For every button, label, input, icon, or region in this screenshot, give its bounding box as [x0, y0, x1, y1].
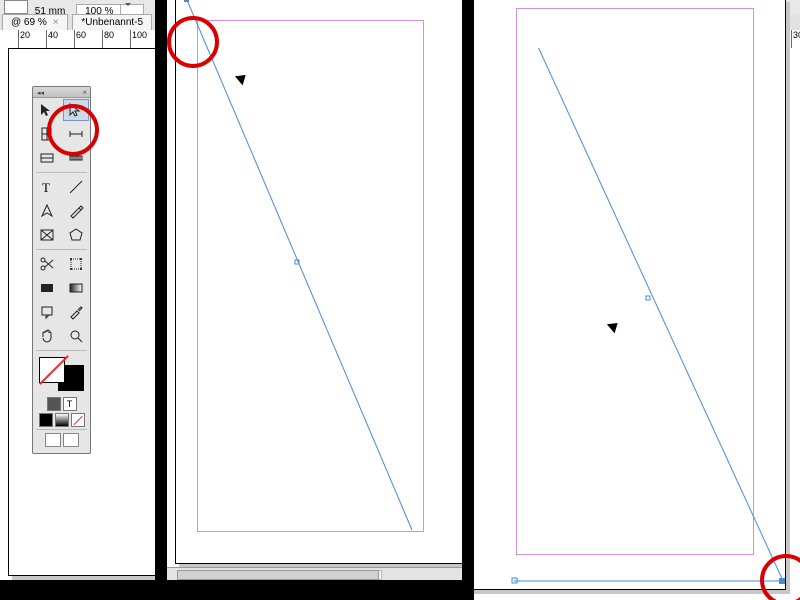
top-bar-left: 51 mm 100 % — [0, 0, 155, 15]
panel-divider — [155, 0, 167, 600]
view-mode-normal[interactable] — [45, 433, 61, 447]
svg-text:T: T — [42, 180, 50, 195]
apply-color[interactable] — [39, 413, 53, 427]
document-tabs: @ 69 %× *Unbenannt-5 — [0, 14, 155, 31]
pencil-tool[interactable] — [63, 200, 90, 222]
none-indicator-icon — [37, 355, 73, 391]
eyedropper-tool[interactable] — [63, 301, 90, 323]
selected-line[interactable] — [167, 0, 462, 600]
bottom-divider — [0, 580, 155, 600]
lock-icon — [4, 0, 28, 14]
zoom-tool[interactable] — [63, 325, 90, 347]
polygon-tool[interactable] — [63, 224, 90, 246]
apply-none[interactable] — [71, 413, 85, 427]
canvas-right[interactable] — [474, 48, 800, 600]
ruler-tick: 100 — [130, 30, 147, 48]
h-ruler[interactable]: 20 40 60 80 100 — [0, 30, 155, 49]
content-tool[interactable] — [34, 147, 61, 169]
close-icon[interactable]: × — [53, 17, 59, 28]
scissors-tool[interactable] — [34, 253, 61, 275]
measure-tool[interactable] — [63, 147, 90, 169]
ruler-tick: 40 — [46, 30, 58, 48]
collapse-icon[interactable]: ◂◂ — [37, 89, 44, 97]
type-tool[interactable]: T — [34, 176, 61, 198]
direct-selection-tool[interactable] — [63, 99, 90, 121]
selected-line[interactable] — [474, 48, 800, 600]
fill-stroke-swatch[interactable] — [37, 355, 86, 393]
gradient-tool[interactable] — [63, 277, 90, 299]
bottom-divider — [167, 580, 462, 600]
free-transform-tool[interactable] — [63, 253, 90, 275]
ruler-tick: 20 — [18, 30, 30, 48]
apply-gradient[interactable] — [55, 413, 69, 427]
pen-tool[interactable] — [34, 200, 61, 222]
rectangle-frame-tool[interactable] — [34, 224, 61, 246]
selection-tool[interactable] — [34, 99, 61, 121]
h-scrollbar[interactable] — [167, 567, 462, 580]
note-tool[interactable] — [34, 301, 61, 323]
scroll-thumb[interactable] — [177, 570, 379, 580]
close-icon[interactable]: × — [82, 88, 87, 97]
canvas-middle[interactable] — [167, 0, 462, 600]
panel-header[interactable]: ◂◂ × — [33, 87, 90, 98]
hand-tool[interactable] — [34, 325, 61, 347]
tools-panel[interactable]: ◂◂ × — [32, 86, 91, 454]
page-tool[interactable] — [34, 123, 61, 145]
gap-tool[interactable] — [63, 123, 90, 145]
ruler-tick: 300 — [791, 30, 800, 48]
panel-divider — [462, 0, 474, 600]
ruler-tick: 60 — [74, 30, 86, 48]
ruler-tick: 80 — [102, 30, 114, 48]
tab-doc1[interactable]: @ 69 %× — [2, 14, 68, 30]
text-formatting[interactable]: T — [63, 397, 77, 411]
view-mode-preview[interactable] — [63, 433, 79, 447]
gradient-swatch-tool[interactable] — [34, 277, 61, 299]
tab-doc2[interactable]: *Unbenannt-5 — [72, 14, 152, 30]
line-tool[interactable] — [63, 176, 90, 198]
container-formatting[interactable] — [47, 397, 61, 411]
